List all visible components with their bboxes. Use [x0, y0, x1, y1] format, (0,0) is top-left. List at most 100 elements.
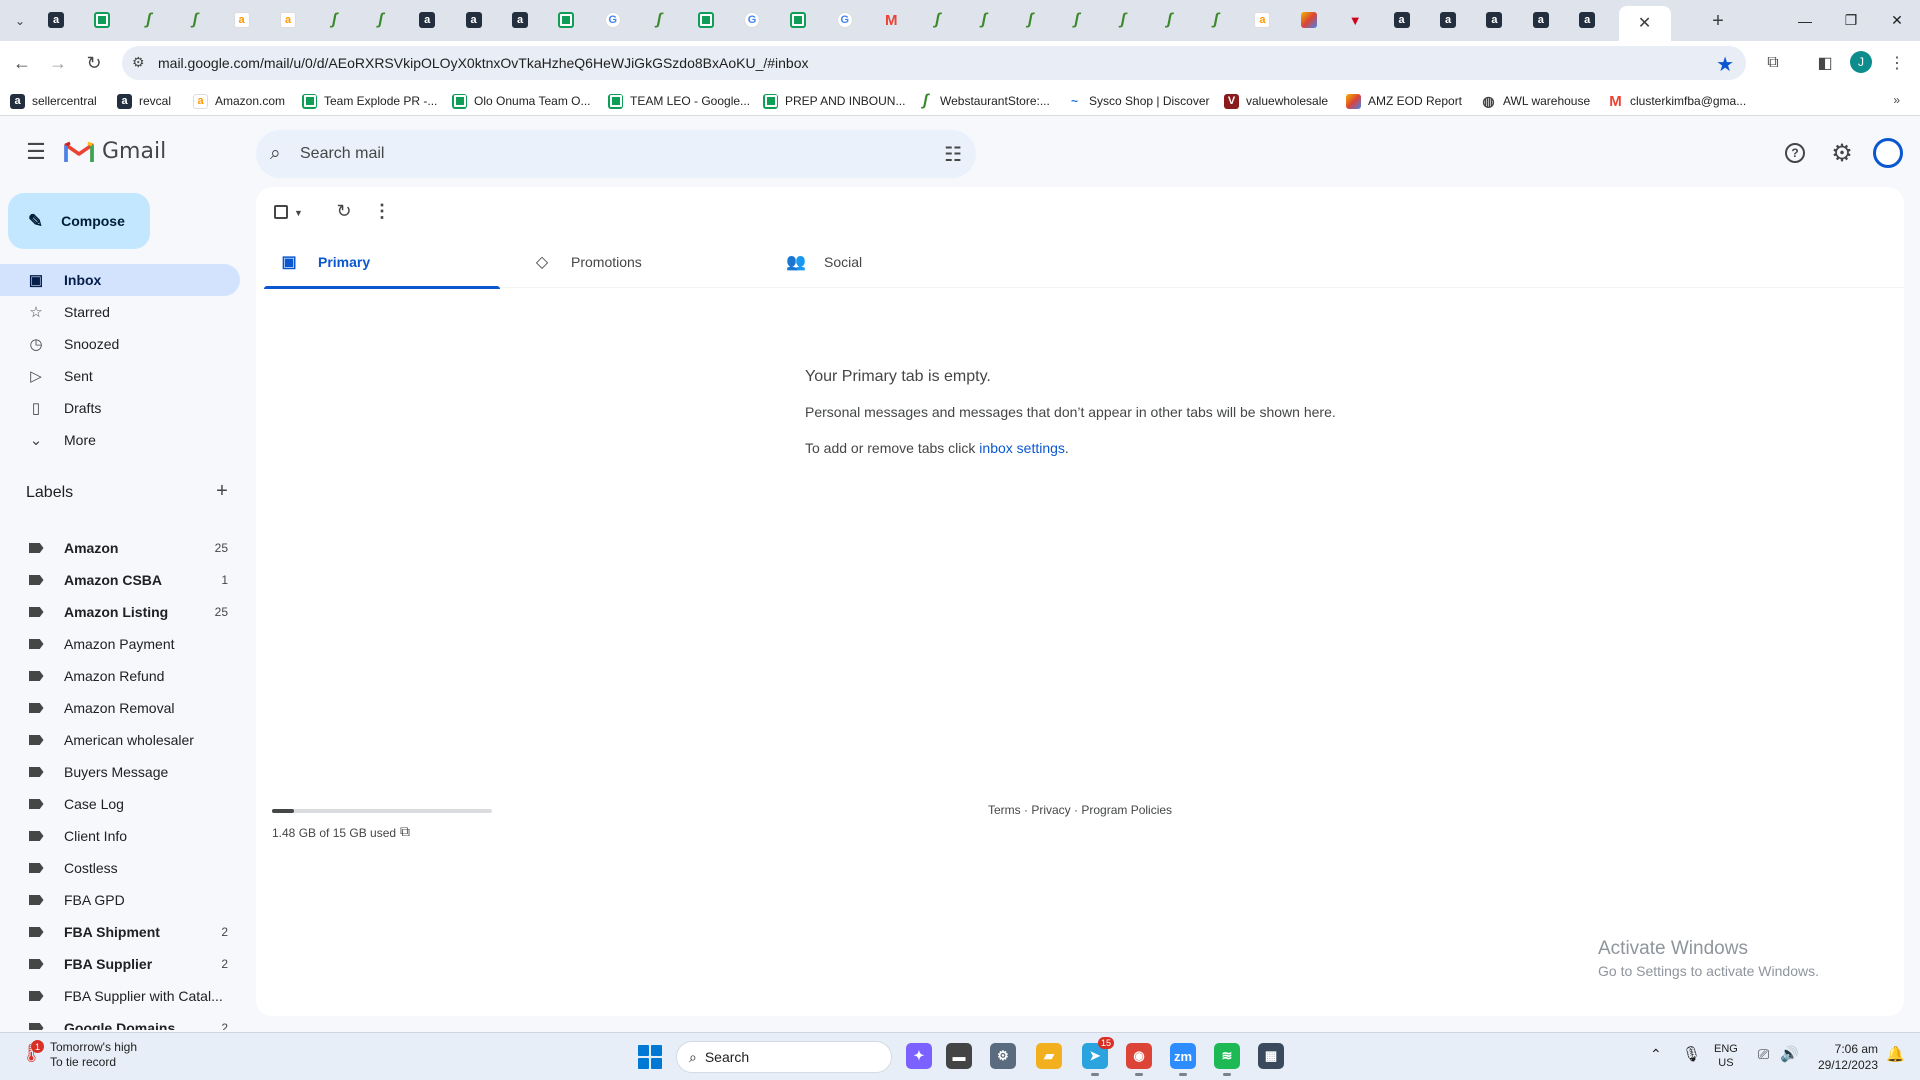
browser-tab[interactable]: a: [272, 7, 304, 33]
program-policies-link[interactable]: Program Policies: [1081, 803, 1172, 817]
nav-item-more[interactable]: ⌄ More: [0, 424, 240, 456]
close-window-button[interactable]: ✕: [1874, 0, 1920, 41]
tab-promotions[interactable]: ◇ Promotions: [517, 235, 753, 288]
bookmark-item[interactable]: ~ Sysco Shop | Discover: [1067, 92, 1210, 110]
nav-item-starred[interactable]: ☆ Starred: [0, 296, 240, 328]
settings-app-icon[interactable]: ⚙: [990, 1043, 1016, 1069]
label-item[interactable]: Case Log: [0, 788, 240, 820]
bookmark-item[interactable]: ʃ WebstaurantStore:...: [918, 92, 1050, 110]
side-panel-icon[interactable]: ◧: [1812, 50, 1838, 76]
label-item[interactable]: Amazon Payment: [0, 628, 240, 660]
profile-avatar[interactable]: J: [1850, 51, 1872, 73]
label-item[interactable]: American wholesaler: [0, 724, 240, 756]
label-item[interactable]: Client Info: [0, 820, 240, 852]
bookmark-item[interactable]: a sellercentral: [10, 92, 97, 110]
browser-tab[interactable]: [550, 7, 582, 33]
browser-tab[interactable]: a: [458, 7, 490, 33]
browser-menu-icon[interactable]: ⋮: [1884, 50, 1910, 76]
browser-tab[interactable]: a: [411, 7, 443, 33]
telegram-app-icon[interactable]: ➤ 15: [1082, 1037, 1114, 1076]
weather-widget[interactable]: 🌡 1 Tomorrow's high To tie record: [20, 1040, 137, 1070]
browser-tab[interactable]: ʃ: [365, 7, 397, 33]
microphone-icon[interactable]: 🎙: [1682, 1045, 1701, 1063]
calculator-app-icon[interactable]: ▦: [1258, 1043, 1284, 1069]
search-input[interactable]: [300, 130, 900, 178]
gmail-logo[interactable]: Gmail: [64, 139, 166, 164]
support-icon[interactable]: ?: [1785, 143, 1805, 163]
label-item[interactable]: Amazon Refund: [0, 660, 240, 692]
browser-tab[interactable]: ʃ: [1061, 7, 1093, 33]
browser-tab[interactable]: G: [597, 7, 629, 33]
browser-tab[interactable]: ʃ: [1200, 7, 1232, 33]
bookmark-item[interactable]: ◍ AWL warehouse: [1481, 92, 1590, 110]
browser-tab[interactable]: G: [829, 7, 861, 33]
browser-tab[interactable]: ʃ: [1107, 7, 1139, 33]
spotify-app-icon[interactable]: ≋: [1214, 1043, 1240, 1076]
volume-icon[interactable]: 🔊: [1780, 1045, 1799, 1063]
zoom-app-icon[interactable]: zm: [1170, 1043, 1196, 1076]
browser-tab[interactable]: [782, 7, 814, 33]
browser-tab[interactable]: a: [1246, 7, 1278, 33]
tab-social[interactable]: 👥 Social: [770, 235, 1006, 288]
address-bar[interactable]: ⚙ mail.google.com/mail/u/0/d/AEoRXRSVkip…: [122, 46, 1746, 80]
bookmark-item[interactable]: Vvaluewholesale: [1224, 92, 1328, 110]
nav-item-drafts[interactable]: ▯ Drafts: [0, 392, 240, 424]
clock[interactable]: 7:06 am 29/12/2023: [1810, 1041, 1878, 1073]
browser-tab[interactable]: ʃ: [968, 7, 1000, 33]
bookmarks-overflow-icon[interactable]: »: [1893, 93, 1900, 107]
label-item[interactable]: FBA Shipment 2: [0, 916, 240, 948]
browser-tab[interactable]: a: [1386, 7, 1418, 33]
label-item[interactable]: Google Domains 2: [0, 1012, 240, 1030]
inbox-settings-link[interactable]: inbox settings: [979, 440, 1065, 456]
browser-tab[interactable]: a: [1571, 7, 1603, 33]
bookmark-item[interactable]: Mclusterkimfba@gma...: [1608, 92, 1746, 110]
bookmark-item[interactable]: a Amazon.com: [193, 92, 285, 110]
tab-search-dropdown-icon[interactable]: ⌄: [8, 9, 32, 33]
browser-tab[interactable]: ʃ: [643, 7, 675, 33]
label-item[interactable]: Amazon Listing 25: [0, 596, 240, 628]
browser-tab[interactable]: G: [736, 7, 768, 33]
nav-item-snoozed[interactable]: ◷ Snoozed: [0, 328, 240, 360]
browser-tab[interactable]: a: [1432, 7, 1464, 33]
bookmark-item[interactable]: Olo Onuma Team O...: [452, 92, 591, 110]
settings-gear-icon[interactable]: ⚙: [1829, 140, 1855, 167]
privacy-link[interactable]: Privacy: [1031, 803, 1070, 817]
show-hidden-icons-icon[interactable]: ⌃: [1650, 1046, 1662, 1063]
reload-button[interactable]: ↻: [80, 49, 108, 77]
bookmark-item[interactable]: Team Explode PR -...: [302, 92, 437, 110]
browser-tab[interactable]: ʃ: [1014, 7, 1046, 33]
label-item[interactable]: Costless: [0, 852, 240, 884]
search-icon[interactable]: ⌕: [270, 143, 281, 165]
windows-start-icon[interactable]: [638, 1045, 662, 1069]
browser-tab[interactable]: ʃ: [179, 7, 211, 33]
back-button[interactable]: ←: [8, 49, 36, 77]
url-text[interactable]: mail.google.com/mail/u/0/d/AEoRXRSVkipOL…: [158, 55, 809, 71]
notifications-bell-icon[interactable]: 🔔: [1886, 1045, 1905, 1063]
notepad-app-icon[interactable]: ▬: [946, 1043, 972, 1069]
browser-tab[interactable]: a: [40, 7, 72, 33]
search-options-icon[interactable]: ☷: [944, 142, 962, 167]
bookmark-item[interactable]: a revcal: [117, 92, 171, 110]
language-indicator[interactable]: ENG US: [1714, 1042, 1738, 1070]
site-info-icon[interactable]: ⚙: [132, 54, 145, 71]
restore-window-button[interactable]: ❐: [1828, 0, 1874, 41]
nav-item-sent[interactable]: ▷ Sent: [0, 360, 240, 392]
browser-tab[interactable]: M: [875, 7, 907, 33]
open-storage-icon[interactable]: ⧉: [400, 823, 410, 840]
browser-tab[interactable]: ʃ: [133, 7, 165, 33]
browser-tab[interactable]: [690, 7, 722, 33]
browser-tab[interactable]: a: [1525, 7, 1557, 33]
refresh-icon[interactable]: ↻: [332, 199, 356, 223]
label-item[interactable]: Buyers Message: [0, 756, 240, 788]
browser-tab[interactable]: ▼: [1339, 7, 1371, 33]
main-menu-icon[interactable]: ☰: [20, 139, 52, 165]
taskbar-search-box[interactable]: ⌕ Search: [676, 1041, 892, 1073]
bookmark-item[interactable]: AMZ EOD Report: [1346, 92, 1462, 110]
account-avatar-icon[interactable]: [1873, 138, 1903, 168]
close-tab-icon[interactable]: ✕: [1637, 15, 1653, 32]
browser-tab[interactable]: a: [226, 7, 258, 33]
bookmark-star-icon[interactable]: ★: [1716, 52, 1734, 77]
label-item[interactable]: FBA Supplier 2: [0, 948, 240, 980]
tab-primary[interactable]: ▣ Primary: [264, 235, 500, 289]
bookmark-item[interactable]: PREP AND INBOUN...: [763, 92, 905, 110]
